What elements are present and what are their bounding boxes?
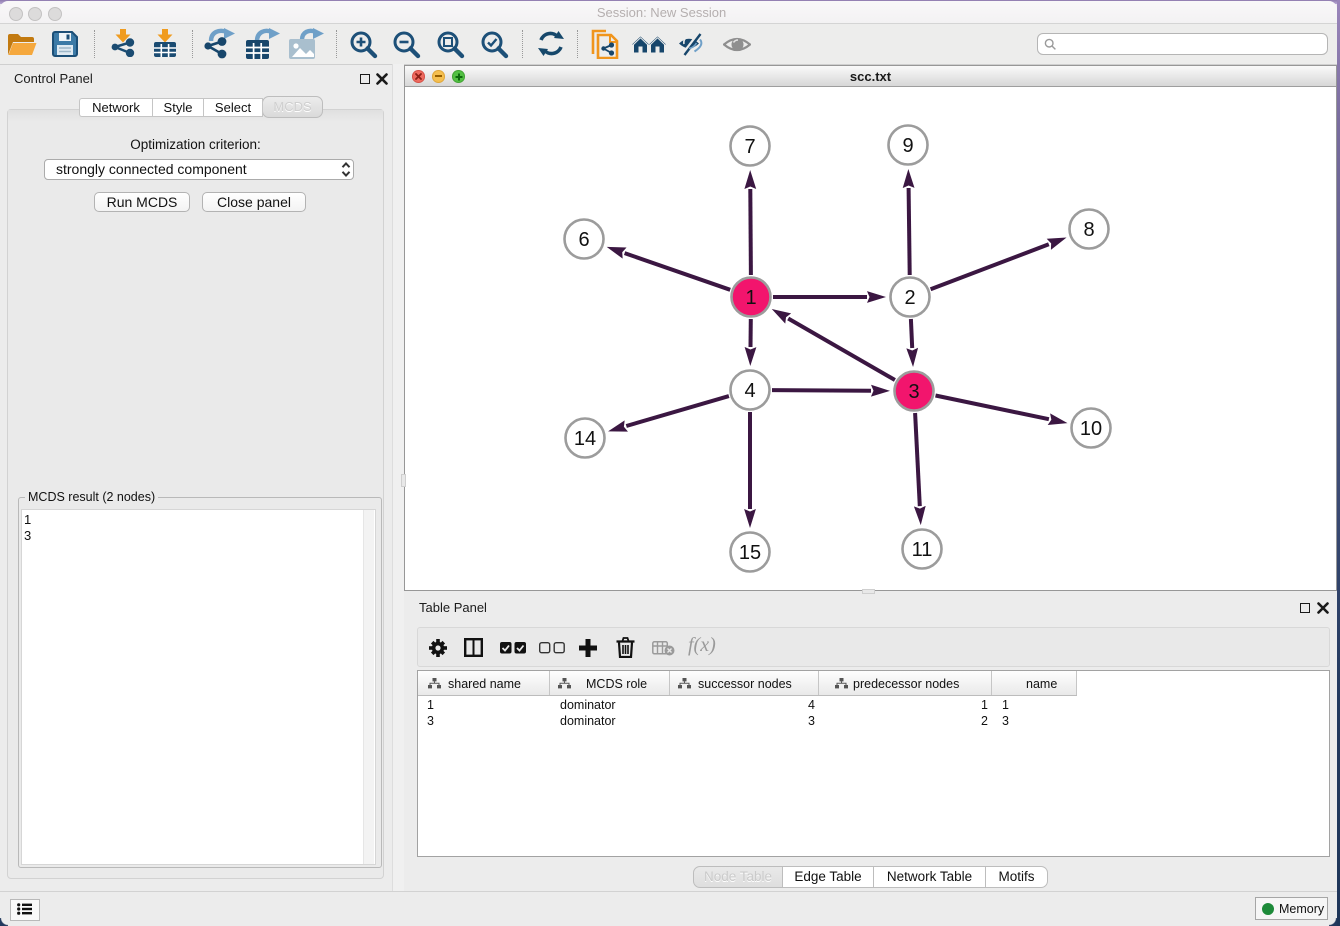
svg-text:11: 11 (912, 539, 933, 561)
svg-text:10: 10 (1080, 418, 1102, 440)
svg-text:4: 4 (744, 380, 755, 402)
svg-text:2: 2 (904, 287, 915, 309)
svg-text:14: 14 (574, 428, 596, 450)
svg-text:7: 7 (744, 136, 755, 158)
svg-text:3: 3 (908, 381, 919, 403)
svg-text:9: 9 (902, 135, 913, 157)
svg-text:15: 15 (739, 542, 761, 564)
svg-text:6: 6 (578, 229, 589, 251)
svg-text:1: 1 (745, 287, 756, 309)
svg-text:8: 8 (1083, 219, 1094, 241)
